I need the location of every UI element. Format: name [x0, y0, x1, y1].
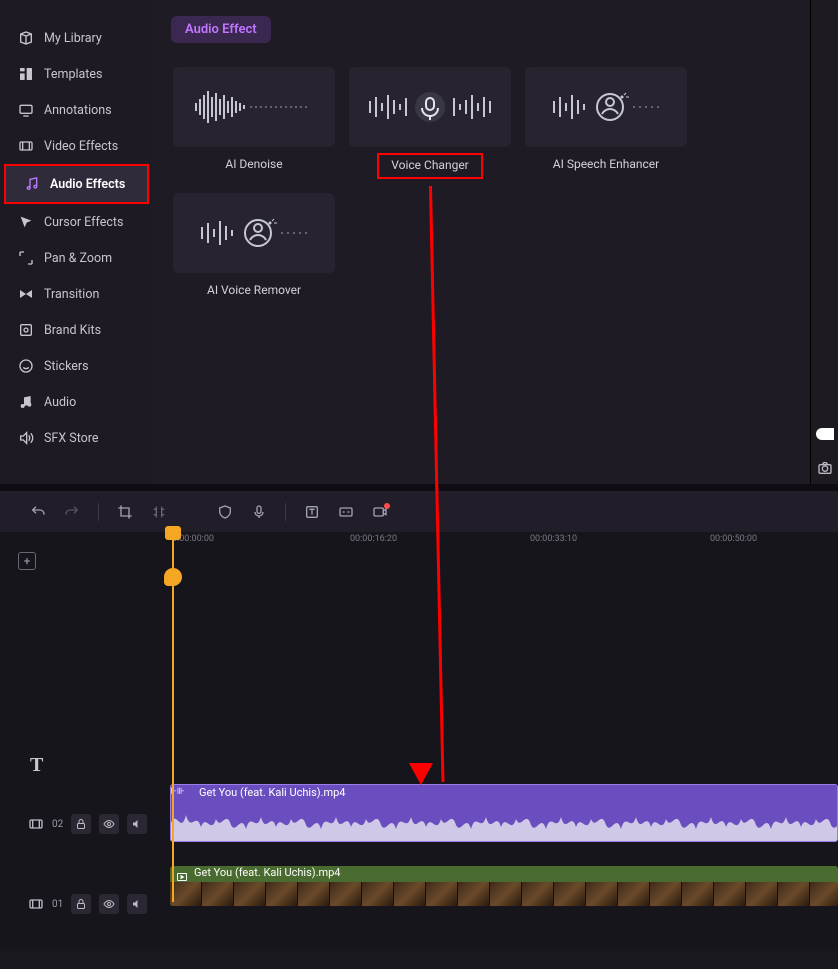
sidebar-item-label: Cursor Effects	[44, 215, 123, 230]
visibility-button[interactable]	[99, 814, 119, 834]
redo-button[interactable]	[64, 504, 80, 520]
split-button[interactable]	[151, 504, 167, 520]
audio-clip[interactable]: ⊪⊪ Get You (feat. Kali Uchis).mp4	[170, 784, 838, 842]
sidebar-item-label: SFX Store	[44, 431, 99, 446]
mute-button[interactable]	[127, 894, 147, 914]
camera-icon[interactable]	[817, 460, 833, 476]
effects-panel: Audio Effect AI Denoise	[153, 0, 838, 490]
timeline: 0:00:00:00 00:00:16:20 00:00:33:10 00:00…	[0, 532, 838, 949]
sidebar-item-label: My Library	[44, 31, 102, 46]
effect-card-ai-denoise[interactable]: AI Denoise	[173, 67, 335, 179]
video-thumbnails	[170, 882, 838, 906]
shield-button[interactable]	[217, 504, 233, 520]
annotations-icon	[18, 102, 34, 118]
effect-card-ai-speech-enhancer[interactable]: AI Speech Enhancer	[525, 67, 687, 179]
undo-button[interactable]	[30, 504, 46, 520]
cursor-fx-icon	[18, 214, 34, 230]
effect-label: AI Denoise	[225, 157, 282, 171]
track-number: 02	[52, 819, 63, 830]
track-number: 01	[52, 899, 63, 910]
clip-title: Get You (feat. Kali Uchis).mp4	[194, 866, 340, 879]
sidebar-item-pan-zoom[interactable]: Pan & Zoom	[0, 240, 153, 276]
crop-button[interactable]	[117, 504, 133, 520]
video-clip[interactable]: Get You (feat. Kali Uchis).mp4	[170, 866, 838, 906]
sidebar-item-sfx-store[interactable]: SFX Store	[0, 420, 153, 456]
track-controls-row: 01	[28, 894, 147, 914]
sidebar-item-cursor-effects[interactable]: Cursor Effects	[0, 204, 153, 240]
sidebar-item-audio-effects[interactable]: Audio Effects	[6, 166, 147, 202]
audio-fx-icon	[24, 176, 40, 192]
ruler-tick: 00:00:50:00	[710, 534, 757, 544]
effect-label: AI Speech Enhancer	[553, 157, 659, 171]
effect-card-ai-voice-remover[interactable]: AI Voice Remover	[173, 193, 335, 297]
resize-handle[interactable]	[816, 428, 834, 440]
add-track-button[interactable]: +	[18, 552, 36, 570]
sidebar-item-label: Audio	[44, 395, 76, 410]
lock-button[interactable]	[71, 814, 91, 834]
sidebar-item-label: Brand Kits	[44, 323, 101, 338]
sidebar-item-label: Pan & Zoom	[44, 251, 112, 266]
sidebar-item-stickers[interactable]: Stickers	[0, 348, 153, 384]
sidebar-item-label: Annotations	[44, 103, 112, 118]
text-button[interactable]	[304, 504, 320, 520]
brand-icon	[18, 322, 34, 338]
mic-button[interactable]	[251, 504, 267, 520]
effect-label: AI Voice Remover	[207, 283, 301, 297]
track-type-icon	[28, 816, 44, 832]
library-icon	[18, 30, 34, 46]
sidebar-item-label: Templates	[44, 67, 102, 82]
ruler-tick: 00:00:33:10	[530, 534, 577, 544]
caption-button[interactable]	[338, 504, 354, 520]
text-track-icon: T	[30, 754, 43, 777]
video-fx-icon	[18, 138, 34, 154]
playhead-marker[interactable]	[164, 568, 182, 586]
pan-zoom-icon	[18, 250, 34, 266]
sidebar-item-label: Transition	[44, 287, 99, 302]
playhead[interactable]	[172, 532, 174, 902]
timeline-toolbar	[0, 490, 838, 532]
sidebar: My Library Templates Annotations Video E…	[0, 0, 153, 490]
annotation-arrow	[430, 186, 432, 782]
transition-icon	[18, 286, 34, 302]
stickers-icon	[18, 358, 34, 374]
record-button[interactable]	[372, 504, 394, 520]
sidebar-item-audio[interactable]: Audio	[0, 384, 153, 420]
sfx-icon	[18, 430, 34, 446]
effect-card-voice-changer[interactable]: Voice Changer	[349, 67, 511, 179]
timeline-ruler[interactable]: 0:00:00:00 00:00:16:20 00:00:33:10 00:00…	[0, 532, 838, 552]
right-panel-edge	[810, 0, 838, 490]
track-controls-row: 02	[28, 814, 147, 834]
sidebar-item-annotations[interactable]: Annotations	[0, 92, 153, 128]
track-type-icon	[28, 896, 44, 912]
clip-title: Get You (feat. Kali Uchis).mp4	[177, 786, 345, 799]
ruler-tick: 00:00:16:20	[350, 534, 397, 544]
audio-icon	[18, 394, 34, 410]
mute-button[interactable]	[127, 814, 147, 834]
effect-label: Voice Changer	[377, 153, 483, 179]
panel-title: Audio Effect	[171, 16, 271, 43]
templates-icon	[18, 66, 34, 82]
sidebar-item-my-library[interactable]: My Library	[0, 20, 153, 56]
sidebar-item-brand-kits[interactable]: Brand Kits	[0, 312, 153, 348]
lock-button[interactable]	[71, 894, 91, 914]
sidebar-item-label: Video Effects	[44, 139, 118, 154]
sidebar-item-templates[interactable]: Templates	[0, 56, 153, 92]
sidebar-item-label: Audio Effects	[50, 177, 125, 192]
sidebar-item-label: Stickers	[44, 359, 89, 374]
visibility-button[interactable]	[99, 894, 119, 914]
sidebar-item-transition[interactable]: Transition	[0, 276, 153, 312]
sidebar-item-video-effects[interactable]: Video Effects	[0, 128, 153, 164]
